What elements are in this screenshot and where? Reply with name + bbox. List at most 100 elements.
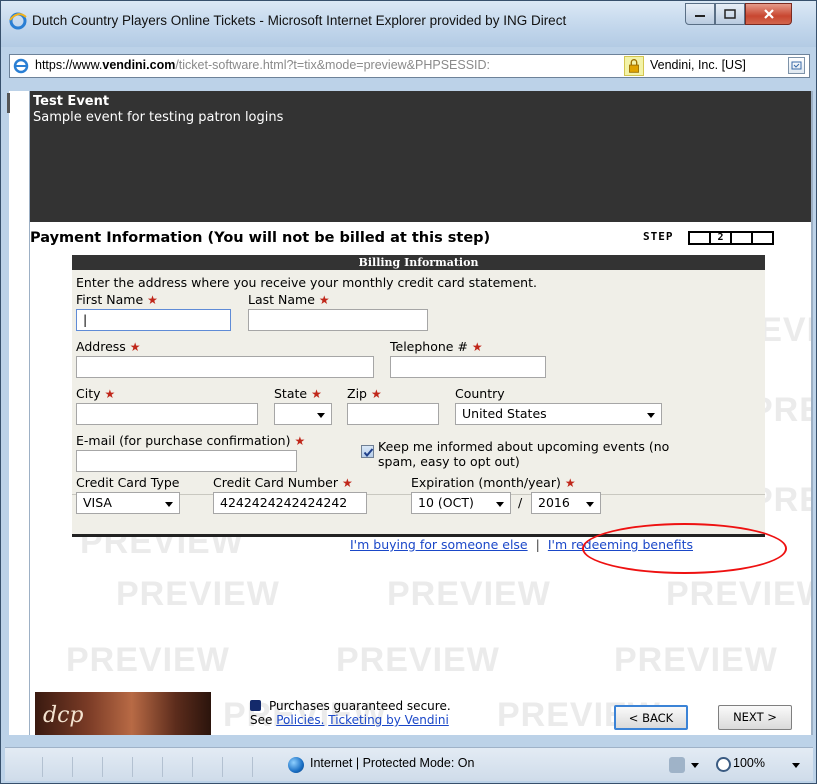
last-name-field[interactable] [248,309,428,331]
page-icon [13,58,29,74]
label-text: Address [76,339,126,354]
step-box-current: 2 [709,231,732,245]
required-star-icon: ★ [341,476,353,490]
see-text: See [250,713,277,727]
logo-text: dcp [43,703,84,728]
ticket-page: PREVIEW PREVIEW PREVIEW PREVIEW PREVIEW … [30,91,811,735]
required-star-icon: ★ [129,340,141,354]
compatibility-icon [791,61,802,70]
label-text: E-mail (for purchase confirmation) [76,433,291,448]
url-scheme: https://www. [35,58,103,72]
zoom-level[interactable]: 100% [733,756,765,770]
exp-separator: / [518,495,523,510]
cc-number-field[interactable]: 4242424242424242 [213,492,367,514]
minimize-button[interactable] [685,3,715,25]
exp-month-select[interactable]: 10 (OCT) [411,492,511,514]
preview-watermark: PREVIEW [336,641,500,679]
chevron-down-icon [317,413,325,418]
event-description: Sample event for testing patron logins [33,110,284,125]
url-domain: vendini.com [102,58,176,72]
annotation-circle [582,523,787,574]
security-zone[interactable]: Internet | Protected Mode: On [310,756,474,770]
back-button[interactable]: < BACK [614,705,688,730]
billing-instructions: Enter the address where you receive your… [76,275,537,290]
country-label: Country [455,386,505,401]
preview-watermark: PREVIEW [387,575,551,613]
address-bar[interactable]: https://www.vendini.com/ticket-software.… [9,54,810,78]
chevron-down-icon [496,502,504,507]
chevron-down-icon[interactable] [792,763,800,768]
cc-type-selected: VISA [83,495,112,510]
email-label: E-mail (for purchase confirmation) ★ [76,433,305,448]
preview-watermark: PREVIEW [116,575,280,613]
exp-year-selected: 2016 [538,495,570,510]
keep-informed-label: Keep me informed about upcoming events (… [378,439,670,454]
zip-label: Zip ★ [347,386,382,401]
preview-watermark: PREVIEW [614,641,778,679]
event-title: Test Event [33,94,110,109]
status-cells [13,757,253,777]
label-text: Credit Card Number [213,475,338,490]
email-field[interactable] [76,450,297,472]
required-star-icon: ★ [471,340,483,354]
label-text: First Name [76,292,144,307]
policies-link[interactable]: Policies. [276,713,324,727]
state-select[interactable] [274,403,332,425]
address-label: Address ★ [76,339,141,354]
dcp-logo: dcp [35,692,211,735]
required-star-icon: ★ [318,293,330,307]
security-lock-icon[interactable] [624,56,644,76]
cc-type-select[interactable]: VISA [76,492,180,514]
lock-icon [250,700,261,711]
first-name-field[interactable]: | [76,309,231,331]
chevron-down-icon[interactable] [691,763,699,768]
label-text: Last Name [248,292,315,307]
internet-zone-icon [288,757,304,773]
payment-heading: Payment Information (You will not be bil… [30,230,491,246]
certificate-label[interactable]: Vendini, Inc. [US] [650,58,746,72]
address-field[interactable] [76,356,374,378]
billing-header: Billing Information [72,255,765,270]
url-path: /ticket-software.html?t=tix&mode=preview… [175,58,490,72]
zip-field[interactable] [347,403,439,425]
step-box [730,231,753,245]
step-box [751,231,774,245]
ticketing-by-vendini-link[interactable]: Ticketing by Vendini [328,713,449,727]
pop-up-blocker-icon[interactable] [669,757,685,773]
label-text: Zip [347,386,367,401]
maximize-icon [724,9,736,19]
status-bar: Internet | Protected Mode: On 100% [5,747,813,781]
right-border [811,91,813,735]
required-star-icon: ★ [104,387,116,401]
label-text: Expiration (month/year) [411,475,561,490]
required-star-icon: ★ [564,476,576,490]
title-bar[interactable]: Dutch Country Players Online Tickets - M… [1,1,816,78]
country-select[interactable]: United States [455,403,662,425]
required-star-icon: ★ [370,387,382,401]
event-header: Test Event Sample event for testing patr… [30,91,811,222]
state-label: State ★ [274,386,322,401]
city-field[interactable] [76,403,258,425]
browser-window: Dutch Country Players Online Tickets - M… [0,0,817,784]
zoom-icon [716,757,731,772]
checkmark-icon [363,448,374,458]
cc-type-label: Credit Card Type [76,475,180,490]
step-label: STEP [643,230,674,243]
required-star-icon: ★ [147,293,158,307]
maximize-button[interactable] [715,3,745,25]
next-button[interactable]: NEXT > [718,705,792,730]
close-button[interactable] [745,3,792,25]
telephone-field[interactable] [390,356,546,378]
city-label: City ★ [76,386,115,401]
country-selected: United States [462,406,547,421]
preview-watermark: PREVIEW [666,575,811,613]
compatibility-view-button[interactable] [788,57,805,74]
exp-year-select[interactable]: 2016 [531,492,601,514]
keep-informed-checkbox[interactable] [361,445,374,458]
url-text[interactable]: https://www.vendini.com/ticket-software.… [35,58,490,72]
telephone-label: Telephone # ★ [390,339,483,354]
buying-for-someone-link[interactable]: I'm buying for someone else [350,537,528,552]
required-star-icon: ★ [311,387,322,401]
close-icon [763,9,774,19]
billing-form: Billing Information Enter the address wh… [72,255,765,537]
